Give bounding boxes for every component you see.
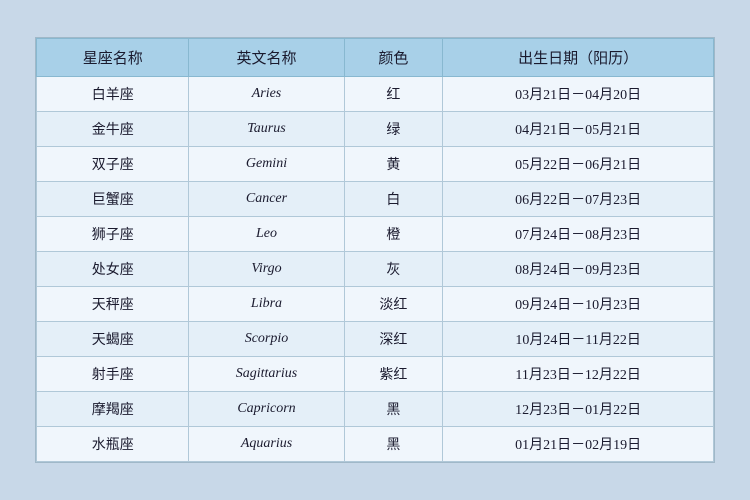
- header-english-name: 英文名称: [189, 39, 344, 77]
- table-header-row: 星座名称 英文名称 颜色 出生日期（阳历）: [37, 39, 714, 77]
- cell-english-name: Scorpio: [189, 322, 344, 357]
- cell-dates: 04月21日－05月21日: [443, 112, 714, 147]
- cell-dates: 05月22日－06月21日: [443, 147, 714, 182]
- header-color: 颜色: [344, 39, 443, 77]
- cell-color: 黑: [344, 427, 443, 462]
- cell-dates: 09月24日－10月23日: [443, 287, 714, 322]
- cell-english-name: Libra: [189, 287, 344, 322]
- cell-chinese-name: 巨蟹座: [37, 182, 189, 217]
- cell-dates: 06月22日－07月23日: [443, 182, 714, 217]
- table-row: 摩羯座Capricorn黑12月23日－01月22日: [37, 392, 714, 427]
- cell-dates: 03月21日－04月20日: [443, 77, 714, 112]
- cell-english-name: Taurus: [189, 112, 344, 147]
- cell-english-name: Capricorn: [189, 392, 344, 427]
- cell-color: 紫红: [344, 357, 443, 392]
- cell-chinese-name: 双子座: [37, 147, 189, 182]
- cell-chinese-name: 水瓶座: [37, 427, 189, 462]
- cell-chinese-name: 天蝎座: [37, 322, 189, 357]
- table-row: 狮子座Leo橙07月24日－08月23日: [37, 217, 714, 252]
- cell-color: 橙: [344, 217, 443, 252]
- cell-english-name: Cancer: [189, 182, 344, 217]
- cell-dates: 07月24日－08月23日: [443, 217, 714, 252]
- table-row: 天秤座Libra淡红09月24日－10月23日: [37, 287, 714, 322]
- header-chinese-name: 星座名称: [37, 39, 189, 77]
- cell-chinese-name: 处女座: [37, 252, 189, 287]
- cell-english-name: Sagittarius: [189, 357, 344, 392]
- header-dates: 出生日期（阳历）: [443, 39, 714, 77]
- table-row: 天蝎座Scorpio深红10月24日－11月22日: [37, 322, 714, 357]
- cell-dates: 10月24日－11月22日: [443, 322, 714, 357]
- cell-dates: 12月23日－01月22日: [443, 392, 714, 427]
- cell-color: 白: [344, 182, 443, 217]
- cell-english-name: Aquarius: [189, 427, 344, 462]
- cell-color: 灰: [344, 252, 443, 287]
- table-row: 金牛座Taurus绿04月21日－05月21日: [37, 112, 714, 147]
- table-row: 处女座Virgo灰08月24日－09月23日: [37, 252, 714, 287]
- zodiac-table-container: 星座名称 英文名称 颜色 出生日期（阳历） 白羊座Aries红03月21日－04…: [35, 37, 715, 463]
- cell-color: 黄: [344, 147, 443, 182]
- cell-chinese-name: 天秤座: [37, 287, 189, 322]
- cell-chinese-name: 白羊座: [37, 77, 189, 112]
- zodiac-table: 星座名称 英文名称 颜色 出生日期（阳历） 白羊座Aries红03月21日－04…: [36, 38, 714, 462]
- table-row: 水瓶座Aquarius黑01月21日－02月19日: [37, 427, 714, 462]
- cell-english-name: Virgo: [189, 252, 344, 287]
- cell-chinese-name: 金牛座: [37, 112, 189, 147]
- cell-dates: 11月23日－12月22日: [443, 357, 714, 392]
- cell-chinese-name: 射手座: [37, 357, 189, 392]
- table-row: 白羊座Aries红03月21日－04月20日: [37, 77, 714, 112]
- cell-color: 深红: [344, 322, 443, 357]
- table-row: 巨蟹座Cancer白06月22日－07月23日: [37, 182, 714, 217]
- cell-color: 绿: [344, 112, 443, 147]
- table-row: 双子座Gemini黄05月22日－06月21日: [37, 147, 714, 182]
- cell-color: 淡红: [344, 287, 443, 322]
- cell-dates: 08月24日－09月23日: [443, 252, 714, 287]
- cell-color: 黑: [344, 392, 443, 427]
- cell-color: 红: [344, 77, 443, 112]
- table-row: 射手座Sagittarius紫红11月23日－12月22日: [37, 357, 714, 392]
- cell-chinese-name: 狮子座: [37, 217, 189, 252]
- cell-english-name: Aries: [189, 77, 344, 112]
- cell-english-name: Leo: [189, 217, 344, 252]
- cell-chinese-name: 摩羯座: [37, 392, 189, 427]
- cell-dates: 01月21日－02月19日: [443, 427, 714, 462]
- cell-english-name: Gemini: [189, 147, 344, 182]
